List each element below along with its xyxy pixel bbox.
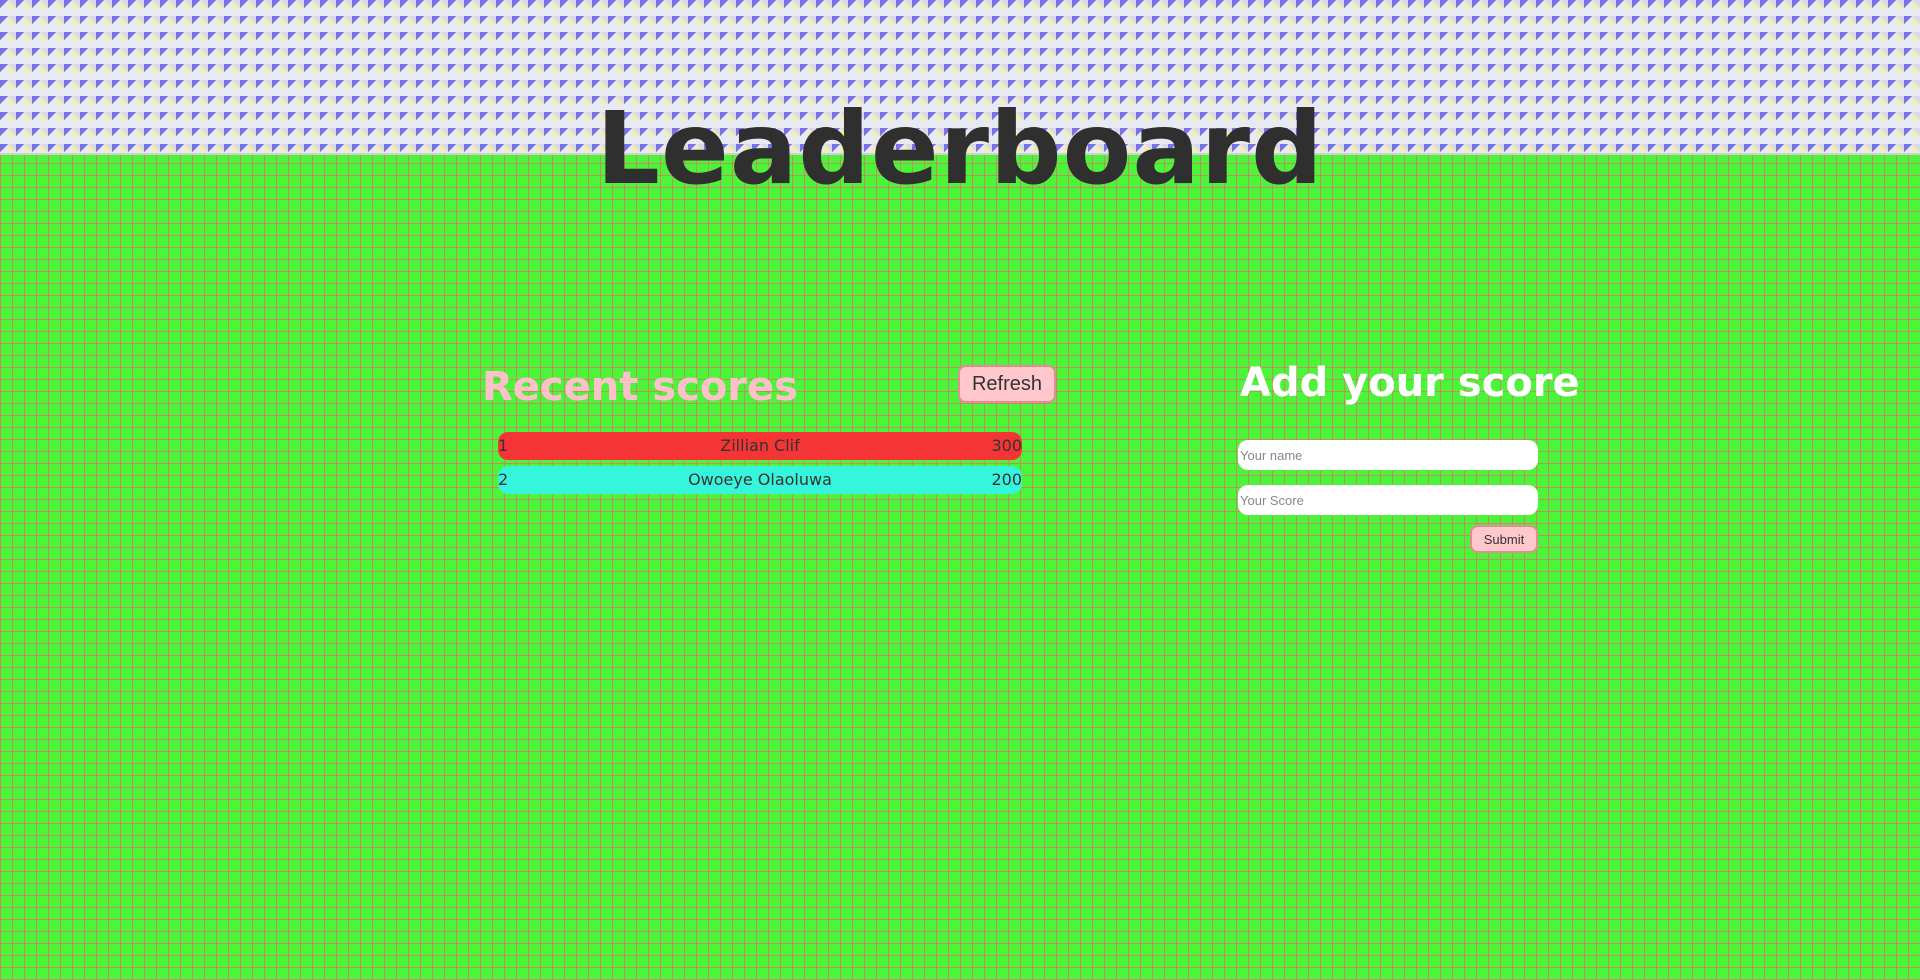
score-name: Zillian Clif bbox=[720, 436, 800, 455]
score-value: 200 bbox=[991, 470, 1022, 489]
refresh-button[interactable]: Refresh bbox=[958, 365, 1056, 403]
add-score-heading: Add your score bbox=[1240, 360, 1580, 406]
score-name: Owoeye Olaoluwa bbox=[688, 470, 832, 489]
submit-button[interactable]: Submit bbox=[1470, 525, 1538, 553]
page-title: Leaderboard bbox=[596, 90, 1324, 207]
score-input[interactable] bbox=[1238, 485, 1538, 515]
score-row: 1 Zillian Clif 300 bbox=[498, 432, 1022, 460]
score-list: 1 Zillian Clif 300 2 Owoeye Olaoluwa 200 bbox=[498, 432, 1022, 500]
score-value: 300 bbox=[991, 436, 1022, 455]
recent-scores-heading: Recent scores bbox=[482, 364, 798, 410]
name-input[interactable] bbox=[1238, 440, 1538, 470]
page-header: Leaderboard bbox=[0, 0, 1920, 207]
score-row: 2 Owoeye Olaoluwa 200 bbox=[498, 466, 1022, 494]
